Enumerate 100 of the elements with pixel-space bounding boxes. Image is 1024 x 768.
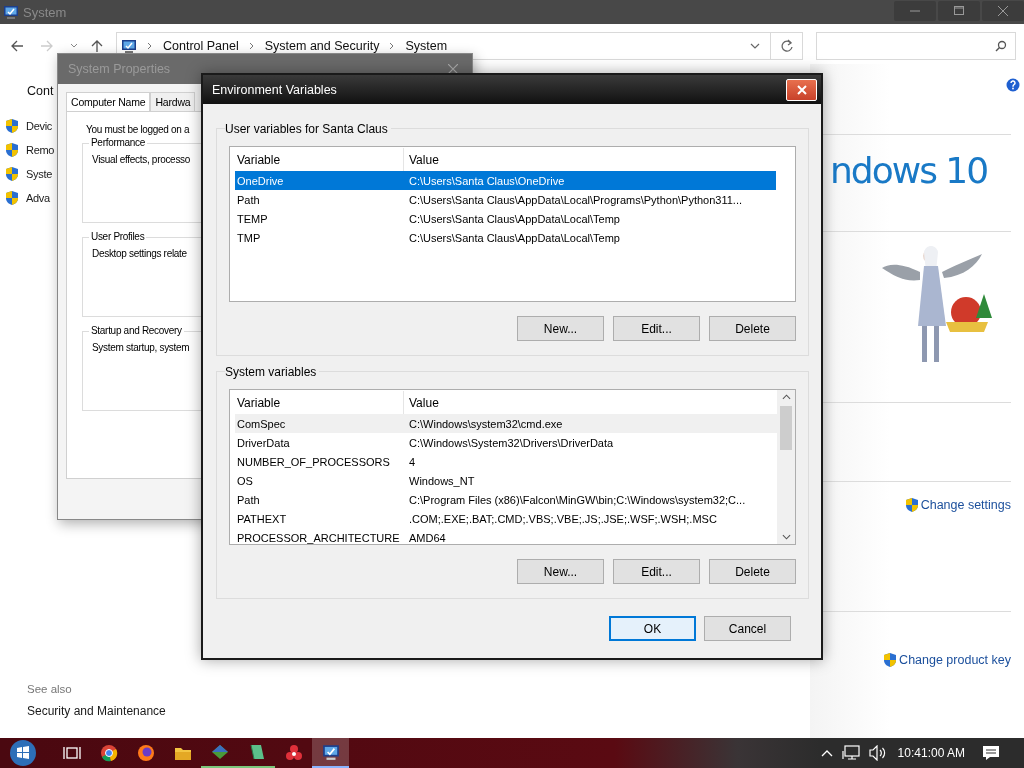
product-key-link[interactable]: Change product key: [899, 653, 1011, 667]
maximize-button[interactable]: [938, 1, 980, 21]
shield-icon: [883, 652, 898, 668]
column-header[interactable]: Variable: [235, 391, 403, 414]
group-title: User variables for Santa Claus: [225, 122, 391, 136]
table-cell-text: Path: [236, 493, 261, 506]
breadcrumb[interactable]: System and Security: [264, 39, 380, 53]
group-title: System variables: [225, 365, 320, 379]
list-row[interactable]: ComSpec C:\Windows\system32\cmd.exe: [235, 414, 777, 433]
variable-list[interactable]: [229, 389, 796, 545]
group-text: Desktop settings relate: [92, 248, 187, 259]
scrollbar[interactable]: [777, 390, 795, 544]
taskbar-app[interactable]: [312, 738, 349, 768]
chevron-icon: [147, 42, 153, 50]
back-icon[interactable]: [10, 39, 24, 53]
table-cell-text: Windows_NT: [408, 474, 476, 487]
list-row[interactable]: NUMBER_OF_PROCESSORS 4: [235, 452, 777, 471]
list-row[interactable]: OS Windows_NT: [235, 471, 777, 490]
table-cell-text: PROCESSOR_ARCHITECTURE: [236, 531, 401, 544]
volume-icon[interactable]: [868, 745, 887, 761]
list-row[interactable]: TMP C:\Users\Santa Claus\AppData\Local\Temp: [235, 228, 776, 247]
clock[interactable]: 10:41:00 AM: [897, 746, 965, 760]
chevron-icon: [389, 42, 396, 50]
see-also-link[interactable]: Security and Maintenance: [27, 704, 166, 718]
shield-icon: [904, 497, 919, 513]
dialog-button[interactable]: Cancel: [704, 616, 791, 641]
diamond-icon: [210, 744, 229, 760]
nav-link[interactable]: Adva: [26, 192, 50, 204]
table-cell-text: TEMP: [236, 212, 269, 225]
breadcrumb[interactable]: Control Panel: [163, 39, 239, 53]
table-cell-text: C:\Users\Santa Claus\OneDrive: [408, 174, 566, 187]
section-heading: See also: [27, 683, 72, 695]
list-row[interactable]: PROCESSOR_ARCHITECTURE AMD64: [235, 528, 777, 544]
column-header[interactable]: Variable: [235, 148, 403, 171]
list-row[interactable]: TEMP C:\Users\Santa Claus\AppData\Local\Temp: [235, 209, 776, 228]
table-cell-text: TMP: [236, 231, 262, 244]
group-title: Performance: [89, 137, 147, 148]
scroll-thumb[interactable]: [780, 406, 792, 450]
shield-icon: [5, 190, 19, 206]
monitor-icon: [321, 743, 340, 761]
window-title: System: [23, 4, 67, 20]
table-cell-text: DriverData: [236, 436, 291, 449]
list-row[interactable]: Path C:\Users\Santa Claus\AppData\Local\Programs\Python\Python311...: [235, 190, 776, 209]
up-icon[interactable]: [90, 39, 104, 53]
scroll-down-icon[interactable]: [781, 534, 791, 540]
dialog-title: Environment Variables: [212, 82, 337, 97]
table-cell-text: C:\Program Files (x86)\Falcon\MinGW\bin;C:\Windows\system32;C...: [408, 493, 747, 506]
list-row[interactable]: DriverData C:\Windows\System32\Drivers\DriverData: [235, 433, 777, 452]
table-cell-text: C:\Users\Santa Claus\AppData\Local\Temp: [408, 231, 621, 244]
table-cell-text: C:\Users\Santa Claus\AppData\Local\Programs\Python\Python311...: [408, 193, 744, 206]
task-view-icon: [62, 745, 81, 761]
note-text: You must be logged on a: [86, 124, 190, 135]
breadcrumb[interactable]: System: [405, 39, 448, 53]
dialog-button[interactable]: New...: [517, 316, 604, 341]
table-cell-text: AMD64: [408, 531, 447, 544]
close-icon: [998, 6, 1008, 16]
cluster-icon: [284, 744, 303, 762]
group-text: Visual effects, processo: [92, 154, 191, 165]
folder-icon: [173, 745, 192, 761]
chevron-up-icon[interactable]: [820, 749, 833, 757]
shield-icon: [5, 166, 19, 182]
dialog-button[interactable]: OK: [609, 616, 696, 641]
logo-text: ndows 10: [830, 149, 989, 193]
group-title: Startup and Recovery: [89, 325, 184, 336]
nav-link[interactable]: Remo: [26, 144, 55, 156]
nav-link[interactable]: Syste: [26, 168, 52, 180]
table-cell-text: C:\Users\Santa Claus\AppData\Local\Temp: [408, 212, 621, 225]
network-icon[interactable]: [841, 745, 860, 761]
notification-icon[interactable]: [982, 745, 1000, 761]
table-cell-text: 4: [408, 455, 417, 468]
list-row[interactable]: Path C:\Program Files (x86)\Falcon\MinGW\bin;C:\Windows\system32;C...: [235, 490, 777, 509]
table-cell-text: Path: [236, 193, 261, 206]
dialog-button[interactable]: Edit...: [613, 559, 700, 584]
dialog-button[interactable]: Delete: [709, 559, 796, 584]
list-row[interactable]: PATHEXT .COM;.EXE;.BAT;.CMD;.VBS;.VBE;.JS;.JSE;.WSF;.WSH;.MSC: [235, 509, 777, 528]
close-icon[interactable]: [448, 64, 458, 74]
tab[interactable]: Computer Name: [66, 92, 151, 111]
maximize-icon: [954, 6, 964, 16]
dropdown-icon[interactable]: [70, 43, 78, 49]
close-icon: [796, 84, 807, 95]
table-cell-text: ComSpec: [236, 417, 287, 430]
monitor-icon: [3, 4, 19, 20]
scroll-up-icon[interactable]: [781, 394, 791, 400]
tab[interactable]: Hardwa: [150, 92, 196, 111]
dropdown-icon[interactable]: [750, 43, 760, 49]
dialog-button[interactable]: Delete: [709, 316, 796, 341]
list-row[interactable]: OneDrive C:\Users\Santa Claus\OneDrive: [235, 171, 776, 190]
dialog-button[interactable]: Edit...: [613, 316, 700, 341]
settings-link[interactable]: Change settings: [920, 498, 1011, 512]
help-icon[interactable]: [1005, 76, 1021, 92]
refresh-button[interactable]: [771, 32, 803, 60]
table-cell-text: OneDrive: [236, 174, 285, 187]
ring-icon: [99, 744, 118, 762]
close-button[interactable]: [786, 78, 817, 101]
dialog-button[interactable]: New...: [517, 559, 604, 584]
table-cell-text: PATHEXT: [236, 512, 288, 525]
table-cell-text: C:\Windows\system32\cmd.exe: [408, 417, 564, 430]
search-field[interactable]: [816, 32, 1016, 60]
nav-link[interactable]: Devic: [26, 120, 52, 132]
variable-list[interactable]: [229, 146, 796, 302]
